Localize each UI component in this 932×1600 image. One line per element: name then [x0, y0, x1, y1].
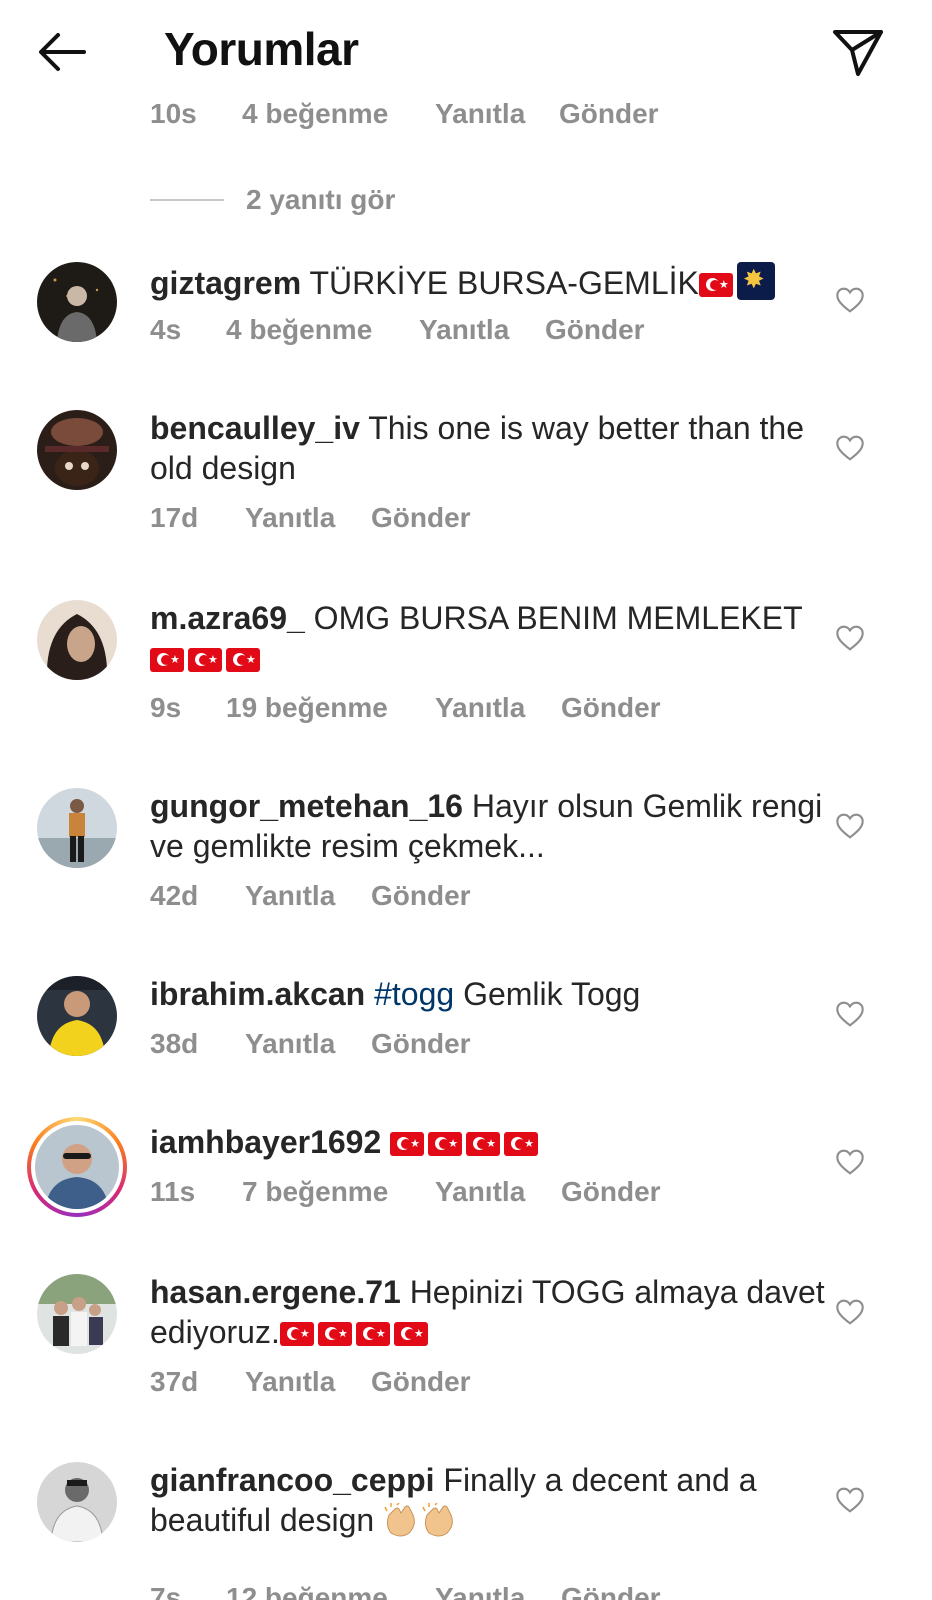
comment-time: 4s: [150, 314, 182, 345]
page-title: Yorumlar: [164, 23, 359, 75]
fireworks-emoji: [736, 262, 775, 300]
turkish-flag-emoji: ★: [466, 1132, 501, 1156]
paper-plane-icon[interactable]: [828, 22, 888, 82]
comment-text: TÜRKİYE BURSA-GEMLİK: [309, 265, 699, 301]
send-button[interactable]: Gönder: [561, 1176, 661, 1208]
story-ring-avatar[interactable]: [27, 1117, 127, 1217]
turkish-flag-emoji: ★: [393, 1322, 428, 1346]
comment-time: 11s: [150, 1176, 196, 1207]
avatar[interactable]: [37, 976, 117, 1056]
comment-time: 9s: [150, 692, 182, 723]
comment-body: iamhbayer1692 ★ ★ ★ ★: [150, 1122, 830, 1162]
comment-body: giztagrem TÜRKİYE BURSA-GEMLİK ★: [150, 262, 830, 303]
avatar: [35, 1125, 119, 1209]
send-button[interactable]: Gönder: [561, 692, 661, 724]
top-bar: Yorumlar: [0, 0, 932, 100]
reply-button[interactable]: Yanıtla: [435, 1176, 525, 1208]
comment-time: 42d: [150, 880, 199, 911]
comment-time: 17d: [150, 502, 199, 533]
avatar[interactable]: [37, 262, 117, 342]
comment-username[interactable]: iamhbayer1692: [150, 1124, 381, 1160]
like-heart-icon[interactable]: [834, 810, 866, 842]
comment-body: hasan.ergene.71 Hepinizi TOGG almaya dav…: [150, 1272, 830, 1352]
likes-count[interactable]: 7 beğenme: [242, 1176, 388, 1208]
turkish-flag-emoji: ★: [355, 1322, 390, 1346]
reply-button[interactable]: Yanıtla: [245, 1366, 335, 1398]
reply-button[interactable]: Yanıtla: [435, 1582, 525, 1600]
comment-text: OMG BURSA BENIM MEMLEKET: [313, 600, 803, 636]
comment-body: m.azra69_ OMG BURSA BENIM MEMLEKET ★ ★ ★: [150, 598, 830, 678]
reply-button[interactable]: Yanıtla: [245, 1028, 335, 1060]
send-button[interactable]: Gönder: [371, 502, 471, 534]
likes-count[interactable]: 19 beğenme: [226, 692, 388, 724]
likes-count[interactable]: 12 beğenme: [226, 1582, 388, 1600]
comment-hashtag[interactable]: #togg: [374, 976, 454, 1012]
likes-count[interactable]: 4 beğenme: [226, 314, 372, 346]
comment-username[interactable]: ibrahim.akcan: [150, 976, 365, 1012]
comment-body: gianfrancoo_ceppi Finally a decent and a…: [150, 1460, 830, 1540]
comment-username[interactable]: giztagrem: [150, 265, 301, 301]
comment-username[interactable]: hasan.ergene.71: [150, 1274, 401, 1310]
reply-button[interactable]: Yanıtla: [435, 98, 525, 130]
turkish-flag-emoji: ★: [428, 1132, 463, 1156]
comment-username[interactable]: gungor_metehan_16: [150, 788, 463, 824]
comment-username[interactable]: bencaulley_iv: [150, 410, 360, 446]
reply-button[interactable]: Yanıtla: [435, 692, 525, 724]
view-replies-label: 2 yanıtı gör: [246, 184, 396, 215]
comment-text: Gemlik Togg: [463, 976, 641, 1012]
reply-button[interactable]: Yanıtla: [245, 880, 335, 912]
send-button[interactable]: Gönder: [371, 1028, 471, 1060]
turkish-flag-emoji: ★: [317, 1322, 352, 1346]
arrow-left-icon[interactable]: [34, 22, 94, 82]
avatar[interactable]: [37, 410, 117, 490]
avatar[interactable]: [37, 1274, 117, 1354]
send-button[interactable]: Gönder: [371, 880, 471, 912]
turkish-flag-emoji: ★: [150, 648, 184, 672]
comment-time: 10s: [150, 98, 197, 129]
like-heart-icon[interactable]: [834, 1146, 866, 1178]
like-heart-icon[interactable]: [834, 284, 866, 316]
like-heart-icon[interactable]: [834, 622, 866, 654]
comment-username[interactable]: gianfrancoo_ceppi: [150, 1462, 435, 1498]
view-replies-button[interactable]: 2 yanıtı gör: [150, 180, 395, 220]
turkish-flag-emoji: ★: [188, 648, 222, 672]
send-button[interactable]: Gönder: [559, 98, 659, 130]
comment-time: 7s: [150, 1582, 182, 1600]
like-heart-icon[interactable]: [834, 432, 866, 464]
like-heart-icon[interactable]: [834, 1484, 866, 1516]
reply-button[interactable]: Yanıtla: [245, 502, 335, 534]
comment-body: bencaulley_iv This one is way better tha…: [150, 408, 830, 488]
comment-time: 38d: [150, 1028, 199, 1059]
replies-divider: [150, 199, 224, 201]
turkish-flag-emoji: ★: [698, 273, 733, 297]
like-heart-icon[interactable]: [834, 998, 866, 1030]
comment-username[interactable]: m.azra69_: [150, 600, 305, 636]
like-heart-icon[interactable]: [834, 1296, 866, 1328]
turkish-flag-emoji: ★: [504, 1132, 539, 1156]
send-button[interactable]: Gönder: [371, 1366, 471, 1398]
comments-list[interactable]: 10s 4 beğenme Yanıtla Gönder 2 yanıtı gö…: [0, 0, 932, 1600]
clapping-hands-emoji: [422, 1503, 453, 1537]
clapping-hands-emoji: [384, 1503, 415, 1537]
turkish-flag-emoji: ★: [390, 1132, 425, 1156]
comment-body: gungor_metehan_16 Hayır olsun Gemlik ren…: [150, 786, 830, 866]
turkish-flag-emoji: ★: [279, 1322, 314, 1346]
turkish-flag-emoji: ★: [226, 648, 260, 672]
avatar[interactable]: [37, 1462, 117, 1542]
avatar[interactable]: [37, 788, 117, 868]
send-button[interactable]: Gönder: [561, 1582, 661, 1600]
likes-count[interactable]: 4 beğenme: [242, 98, 388, 130]
avatar[interactable]: [37, 600, 117, 680]
comment-time: 37d: [150, 1366, 199, 1397]
send-button[interactable]: Gönder: [545, 314, 645, 346]
comment-body: ibrahim.akcan #togg Gemlik Togg: [150, 974, 830, 1014]
reply-button[interactable]: Yanıtla: [419, 314, 509, 346]
